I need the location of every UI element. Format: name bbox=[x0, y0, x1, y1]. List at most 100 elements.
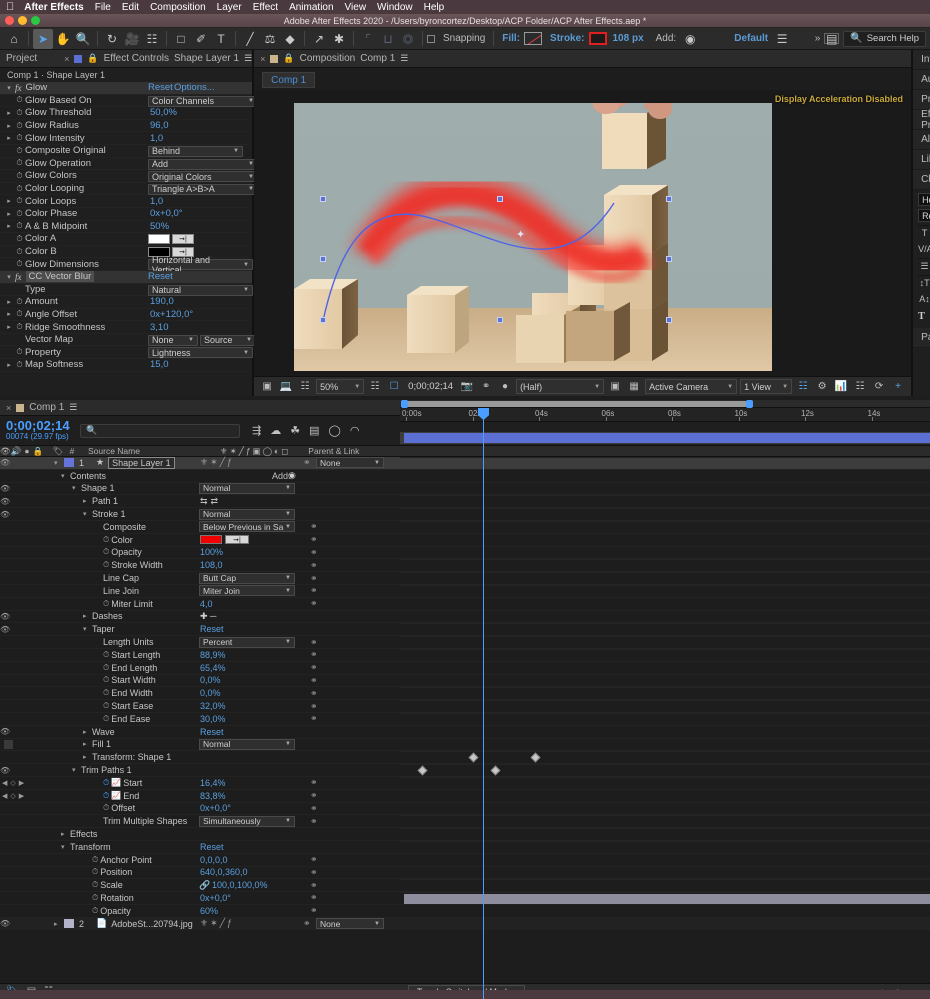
add-keyframe-button[interactable]: ⚭ bbox=[310, 662, 318, 673]
work-area-range[interactable] bbox=[403, 401, 748, 407]
type-tool-icon[interactable]: T bbox=[211, 29, 231, 49]
effect-parameter-row[interactable]: ▸ ⏱ Ridge Smoothness 3,10 bbox=[0, 321, 253, 334]
close-tab-icon[interactable]: × bbox=[64, 54, 69, 64]
comp-flowchart-icon[interactable]: ☷ bbox=[852, 379, 868, 394]
pixel-aspect-icon[interactable]: ☷ bbox=[795, 379, 811, 394]
timeline-track-row[interactable] bbox=[400, 509, 930, 522]
effect-parameter-row[interactable]: ▸ ⏱ Map Softness 15,0 bbox=[0, 359, 253, 372]
twirl-right-icon[interactable]: ▸ bbox=[4, 323, 14, 331]
layer-name[interactable]: Shape Layer 1 bbox=[108, 456, 175, 469]
timeline-track-row[interactable] bbox=[400, 624, 930, 637]
stopwatch-icon[interactable]: ⏱ bbox=[92, 867, 98, 877]
timeline-track-row[interactable] bbox=[400, 560, 930, 573]
stroke-swatch[interactable] bbox=[588, 32, 607, 45]
add-keyframe-button[interactable]: ⚭ bbox=[310, 688, 318, 699]
twirl-down-icon[interactable]: ▾ bbox=[61, 843, 70, 851]
twirl-down-icon[interactable]: ▾ bbox=[4, 273, 14, 281]
timeline-track-row[interactable] bbox=[400, 701, 930, 714]
timeline-track-row[interactable] bbox=[400, 765, 930, 778]
parameter-value[interactable]: 190,0 bbox=[150, 296, 174, 307]
hide-shy-layers-icon[interactable]: ☘ bbox=[290, 424, 300, 437]
effect-parameter-row[interactable]: ▸ ⏱ Glow Threshold 50,0% bbox=[0, 107, 253, 120]
timeline-track-row[interactable] bbox=[400, 675, 930, 688]
parameter-value[interactable]: 50,0% bbox=[150, 107, 177, 118]
stopwatch-icon[interactable]: ⏱ bbox=[92, 893, 98, 903]
timeline-track-row[interactable] bbox=[400, 726, 930, 740]
panel-menu-icon[interactable]: ☰ bbox=[69, 402, 77, 413]
stopwatch-icon[interactable]: ⏱ bbox=[14, 196, 25, 206]
menu-edit[interactable]: Edit bbox=[122, 2, 139, 13]
parameter-dropdown[interactable]: Triangle A>B>A ▼ bbox=[148, 183, 258, 195]
parameter-dropdown[interactable]: Lightness ▼ bbox=[148, 347, 253, 359]
parameter-value[interactable]: 0x+120,0° bbox=[150, 309, 193, 320]
timeline-track-row[interactable] bbox=[400, 854, 930, 868]
snapping-checkbox[interactable]: Snapping bbox=[427, 33, 489, 44]
draft-3d-icon[interactable]: ☁ bbox=[270, 424, 281, 437]
effect-parameter-row[interactable]: ▸ ⏱ A & B Midpoint 50% bbox=[0, 221, 253, 234]
add-keyframe-button[interactable]: ⚭ bbox=[310, 560, 318, 571]
fast-preview-icon[interactable]: ⚙ bbox=[814, 379, 830, 394]
color-swatch[interactable] bbox=[200, 535, 222, 545]
property-value[interactable]: 100% bbox=[200, 547, 223, 557]
panel-libraries[interactable]: Libraries bbox=[913, 150, 930, 170]
menu-file[interactable]: File bbox=[95, 2, 111, 13]
composition-stage[interactable]: ✦ bbox=[294, 103, 773, 371]
puppet-pin-icon[interactable]: ✱ bbox=[329, 29, 349, 49]
frame-blending-icon[interactable]: ▤ bbox=[309, 424, 319, 437]
pen-tool-icon[interactable]: ✐ bbox=[191, 29, 211, 49]
stopwatch-icon[interactable]: ⏱ bbox=[14, 121, 25, 131]
layer-visibility-icon[interactable]: 👁 bbox=[0, 510, 10, 519]
tab-effect-controls[interactable]: Effect Controls bbox=[104, 53, 169, 64]
keyframe-navigator[interactable]: ◀◇▶ bbox=[2, 779, 27, 787]
stopwatch-icon[interactable]: ⏱ bbox=[14, 259, 25, 269]
stopwatch-icon[interactable]: ⏱ bbox=[103, 560, 109, 570]
add-keyframe-button[interactable]: ⚭ bbox=[310, 892, 318, 903]
parameter-value[interactable]: 1,0 bbox=[150, 196, 163, 207]
view-layout-dropdown[interactable]: 1 View ▼ bbox=[740, 379, 793, 394]
effect-parameter-row[interactable]: ▸ ⏱ Glow Radius 96,0 bbox=[0, 120, 253, 133]
effect-parameter-row[interactable]: ⏱ Glow Colors Original Colors ▼ bbox=[0, 170, 258, 183]
parameter-value[interactable]: 15,0 bbox=[150, 359, 169, 370]
playhead-line[interactable] bbox=[483, 408, 484, 999]
stopwatch-icon[interactable]: ⏱ bbox=[14, 221, 25, 231]
twirl-right-icon[interactable]: ▸ bbox=[4, 134, 14, 142]
layer-visibility-icon[interactable]: 👁 bbox=[0, 919, 10, 928]
property-value[interactable]: 100,0,100,0% bbox=[212, 880, 268, 890]
property-reset-link[interactable]: Reset bbox=[200, 624, 224, 634]
add-keyframe-button[interactable]: ⚭ bbox=[310, 598, 318, 609]
timeline-track-row[interactable] bbox=[400, 714, 930, 727]
eyedropper-icon[interactable]: ➞| bbox=[172, 234, 194, 245]
camera-tool-icon[interactable]: 🎥 bbox=[122, 29, 142, 49]
timeline-track-row[interactable] bbox=[400, 778, 930, 791]
graph-editor-icon[interactable]: 📈 bbox=[111, 778, 121, 787]
timeline-track-row[interactable] bbox=[400, 842, 930, 855]
stopwatch-icon[interactable]: ⏱ bbox=[103, 803, 109, 813]
layer-visibility-icon[interactable]: 👁 bbox=[0, 625, 10, 634]
tab-composition-comp[interactable]: Comp 1 bbox=[360, 53, 395, 64]
property-dropdown[interactable]: Normal ▼ bbox=[199, 738, 295, 750]
stopwatch-icon[interactable]: ⏱ bbox=[14, 347, 25, 357]
menu-composition[interactable]: Composition bbox=[150, 2, 206, 13]
hand-tool-icon[interactable]: ✋ bbox=[53, 29, 73, 49]
timeline-keyframe-grid[interactable] bbox=[400, 432, 930, 999]
workspace-menu-icon[interactable]: ☰ bbox=[772, 29, 792, 49]
stopwatch-icon[interactable]: ⏱ bbox=[14, 209, 25, 219]
selection-tool-icon[interactable]: ➤ bbox=[33, 28, 53, 49]
panel-paragraph[interactable]: Paragraph bbox=[913, 328, 930, 348]
property-value[interactable]: 65,4% bbox=[200, 663, 226, 673]
stopwatch-icon[interactable]: ⏱ bbox=[14, 108, 25, 118]
effect-parameter-row[interactable]: ⏱ Property Lightness ▼ bbox=[0, 346, 253, 360]
parameter-value[interactable]: 96,0 bbox=[150, 120, 169, 131]
layer-switches[interactable]: ⚜✶╱ƒ bbox=[200, 918, 234, 929]
selection-handle[interactable] bbox=[497, 317, 504, 323]
home-icon[interactable]: ⌂ bbox=[4, 29, 24, 49]
parent-link-dropdown[interactable]: None ▼ bbox=[316, 457, 384, 469]
clone-stamp-tool-icon[interactable]: ⚖ bbox=[260, 29, 280, 49]
twirl-down-icon[interactable]: ▾ bbox=[83, 625, 92, 633]
add-keyframe-button[interactable]: ⚭ bbox=[310, 637, 318, 648]
twirl-right-icon[interactable]: ▸ bbox=[83, 728, 92, 736]
selection-handle[interactable] bbox=[320, 256, 327, 262]
show-snapshot-icon[interactable]: ⚭ bbox=[478, 379, 494, 394]
timeline-track-row[interactable] bbox=[400, 688, 930, 701]
twirl-right-icon[interactable]: ▸ bbox=[83, 740, 92, 748]
